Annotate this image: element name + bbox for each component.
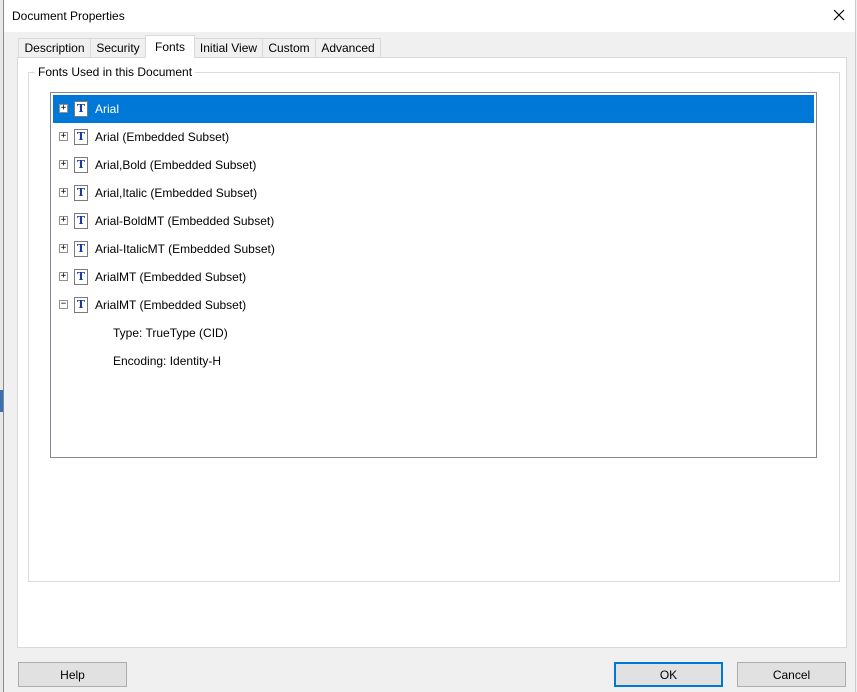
- expand-icon[interactable]: +: [59, 216, 68, 225]
- cancel-button[interactable]: Cancel: [737, 662, 846, 687]
- font-label: Arial: [95, 102, 120, 116]
- expand-icon[interactable]: +: [59, 132, 68, 141]
- tree-row-font-expanded[interactable]: − T ArialMT (Embedded Subset): [53, 291, 814, 319]
- font-label: Arial-BoldMT (Embedded Subset): [95, 214, 275, 228]
- document-properties-dialog: Document Properties Description Security…: [3, 0, 856, 692]
- font-label: ArialMT (Embedded Subset): [95, 298, 247, 312]
- tab-description[interactable]: Description: [18, 38, 91, 58]
- tree-row-font[interactable]: + T Arial-ItalicMT (Embedded Subset): [53, 235, 814, 263]
- title-bar: Document Properties: [4, 0, 855, 32]
- font-label: Arial,Bold (Embedded Subset): [95, 158, 257, 172]
- tree-row-font[interactable]: + T Arial-BoldMT (Embedded Subset): [53, 207, 814, 235]
- close-icon: [833, 9, 845, 21]
- expand-icon[interactable]: +: [59, 188, 68, 197]
- font-icon: T: [74, 297, 88, 313]
- fonts-group-label: Fonts Used in this Document: [35, 65, 196, 79]
- expand-icon[interactable]: +: [59, 104, 68, 113]
- tree-row-font[interactable]: + T Arial,Italic (Embedded Subset): [53, 179, 814, 207]
- font-icon: T: [74, 129, 88, 145]
- tree-row-font[interactable]: + T Arial,Bold (Embedded Subset): [53, 151, 814, 179]
- tree-row-font[interactable]: + T Arial: [53, 95, 814, 123]
- fonts-tab-panel: Fonts Used in this Document + T Arial + …: [17, 57, 847, 648]
- tree-row-font[interactable]: + T Arial (Embedded Subset): [53, 123, 814, 151]
- fonts-tree[interactable]: + T Arial + T Arial (Embedded Subset) + …: [50, 92, 817, 458]
- expand-icon[interactable]: +: [59, 272, 68, 281]
- font-icon: T: [74, 185, 88, 201]
- tab-initial-view[interactable]: Initial View: [194, 38, 263, 58]
- ok-button[interactable]: OK: [614, 662, 723, 687]
- collapse-icon[interactable]: −: [59, 300, 68, 309]
- dialog-title: Document Properties: [12, 9, 125, 23]
- tab-security[interactable]: Security: [90, 38, 146, 58]
- font-label: ArialMT (Embedded Subset): [95, 270, 247, 284]
- font-encoding-detail: Encoding: Identity-H: [113, 354, 222, 368]
- font-icon: T: [74, 157, 88, 173]
- font-type-detail: Type: TrueType (CID): [113, 326, 228, 340]
- close-button[interactable]: [823, 0, 855, 30]
- tab-advanced[interactable]: Advanced: [315, 38, 381, 58]
- font-icon: T: [74, 241, 88, 257]
- font-icon: T: [74, 269, 88, 285]
- tree-row-font[interactable]: + T ArialMT (Embedded Subset): [53, 263, 814, 291]
- font-label: Arial (Embedded Subset): [95, 130, 230, 144]
- tab-custom[interactable]: Custom: [262, 38, 316, 58]
- font-icon: T: [74, 101, 88, 117]
- tab-fonts[interactable]: Fonts: [145, 35, 195, 58]
- font-icon: T: [74, 213, 88, 229]
- help-button[interactable]: Help: [18, 662, 127, 687]
- font-label: Arial,Italic (Embedded Subset): [95, 186, 258, 200]
- expand-icon[interactable]: +: [59, 160, 68, 169]
- fonts-groupbox: Fonts Used in this Document + T Arial + …: [28, 65, 840, 582]
- expand-icon[interactable]: +: [59, 244, 68, 253]
- font-label: Arial-ItalicMT (Embedded Subset): [95, 242, 275, 256]
